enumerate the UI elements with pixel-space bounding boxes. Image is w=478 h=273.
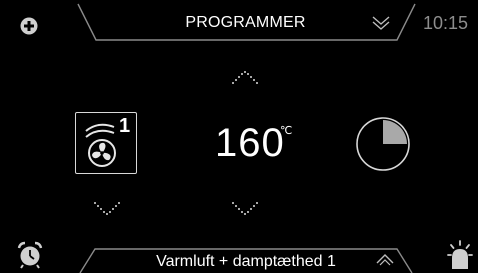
mode-level-number: 1 [119,115,131,137]
temperature-unit: ℃ [280,125,293,137]
page-title: PROGRAMMER [185,14,306,31]
chevron-up-icon[interactable] [375,252,395,266]
plus-icon[interactable] [20,17,38,35]
timer-remaining-slice [383,120,407,144]
alarm-clock-icon[interactable] [17,241,43,269]
temperature-up-arrow[interactable] [230,70,260,86]
program-name: Varmluft + damptæthed 1 [156,253,336,270]
clock: 10:15 [423,13,469,33]
oven-light-icon[interactable] [447,240,473,270]
temperature-value[interactable]: 160 [215,121,285,166]
double-chevron-down-icon[interactable] [371,14,391,32]
oven-control-screen: PROGRAMMER 10:15 1 160 ℃ Varmluft + damp… [0,0,478,273]
mode-down-arrow[interactable] [92,200,122,216]
pie-timer-icon[interactable] [355,116,411,172]
temperature-down-arrow[interactable] [230,200,260,216]
